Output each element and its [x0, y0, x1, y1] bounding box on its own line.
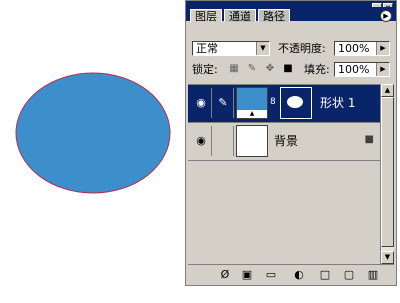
trash-icon[interactable]: ▥: [366, 268, 380, 282]
lock-label: 锁定:: [192, 63, 218, 76]
layer-name: 形状 1: [320, 96, 356, 110]
padlock-icon[interactable]: ■: [282, 63, 294, 75]
brush-lock-icon[interactable]: ✎: [246, 63, 258, 75]
layer-scrollbar[interactable]: ▲ ▼: [380, 84, 394, 264]
chevron-right-icon[interactable]: ▶: [376, 63, 389, 76]
fill-input[interactable]: 100% ▶: [334, 62, 390, 77]
scroll-up-button[interactable]: ▲: [381, 84, 394, 97]
layer-bottom-toolbar: Ø ▣ ▭ ◐ □ ▢ ▥: [188, 264, 394, 285]
chevron-down-icon: ▼: [256, 42, 269, 55]
new-group-icon[interactable]: ◐: [292, 268, 306, 282]
brush-slot: [213, 126, 234, 156]
canvas-svg: [15, 72, 171, 194]
lock-row: 锁定: ▦ ✎ ✥ ■ 填充: 100% ▶: [186, 59, 396, 81]
panel-tabbar: 图层 通道 路径 ▶: [186, 7, 396, 23]
panel-menu-icon[interactable]: ▶: [380, 10, 392, 22]
new-layer-icon[interactable]: ▢: [342, 268, 356, 282]
link-layers-icon[interactable]: Ø: [218, 268, 232, 282]
tab-layers[interactable]: 图层: [190, 9, 222, 23]
mask-icon[interactable]: ▭: [264, 268, 278, 282]
blend-mode-select[interactable]: 正常 ▼: [192, 41, 270, 56]
chevron-right-icon[interactable]: ▶: [376, 42, 389, 55]
scroll-thumb[interactable]: [381, 97, 394, 247]
layer-name: 背景: [274, 134, 299, 148]
adjustment-layer-icon[interactable]: □: [318, 268, 332, 282]
layer-thumbnail[interactable]: [236, 125, 268, 157]
layer-list: ◉ ✎ ▲ 8 形状 1 ◉ 背景 ■: [188, 84, 380, 265]
transparency-lock-icon[interactable]: ▦: [228, 63, 240, 75]
chain-link-icon[interactable]: 8: [270, 97, 276, 107]
tab-channels[interactable]: 通道: [224, 9, 256, 23]
brush-icon: ✎: [213, 88, 234, 118]
blend-mode-value: 正常: [196, 42, 218, 55]
opacity-input[interactable]: 100% ▶: [334, 41, 390, 56]
layers-panel: _ × 图层 通道 路径 ▶ 正常 ▼ 不透明度: 100% ▶ 锁定: ▦ ✎…: [185, 0, 397, 286]
fill-label: 填充:: [304, 63, 330, 76]
lock-icon: ■: [364, 134, 374, 145]
tab-paths[interactable]: 路径: [258, 9, 290, 23]
opacity-value: 100%: [338, 42, 370, 55]
move-lock-icon[interactable]: ✥: [264, 63, 276, 75]
scroll-down-button[interactable]: ▼: [381, 251, 394, 264]
document-canvas[interactable]: [0, 0, 185, 300]
fill-value: 100%: [338, 63, 370, 76]
layer-thumbnail[interactable]: ▲: [236, 87, 268, 119]
vector-mask-thumbnail[interactable]: [280, 87, 312, 119]
layer-style-icon[interactable]: ▣: [240, 268, 254, 282]
layer-row-shape1[interactable]: ◉ ✎ ▲ 8 形状 1: [188, 85, 380, 123]
visibility-eye-icon[interactable]: ◉: [191, 88, 212, 118]
blue-ellipse-shape[interactable]: [15, 72, 171, 194]
opacity-label: 不透明度:: [278, 42, 326, 55]
layer-row-background[interactable]: ◉ 背景 ■: [188, 123, 380, 161]
blend-row: 正常 ▼ 不透明度: 100% ▶: [186, 26, 396, 56]
visibility-eye-icon[interactable]: ◉: [191, 126, 212, 156]
